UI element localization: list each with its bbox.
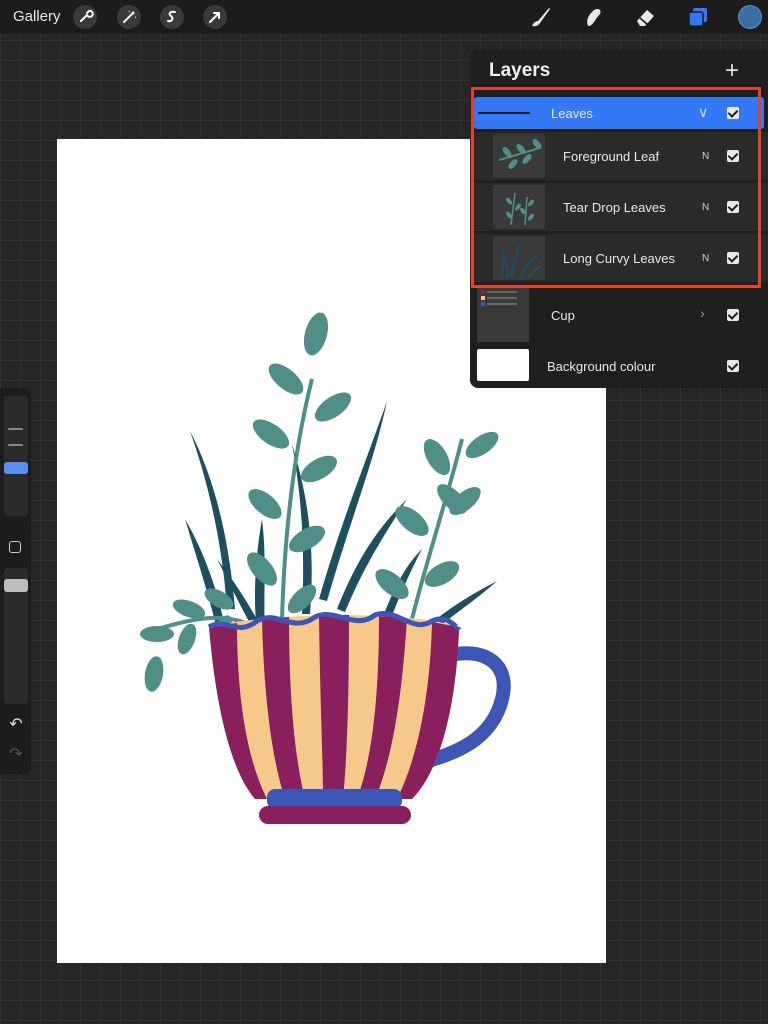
layer-name: Foreground Leaf [563, 149, 660, 164]
blend-mode[interactable]: N [702, 253, 709, 264]
top-toolbar: Gallery [0, 0, 768, 34]
layer-name: Leaves [551, 106, 593, 121]
plus-icon[interactable]: + [720, 57, 744, 85]
layer-name: Tear Drop Leaves [563, 200, 666, 215]
visibility-checkbox[interactable] [727, 309, 739, 321]
eraser-icon[interactable] [632, 4, 658, 30]
slider-tick [8, 444, 23, 446]
slider-tick [8, 428, 23, 430]
layer-group-leaves[interactable]: Leaves ∨ [474, 97, 764, 129]
smudge-icon[interactable] [580, 4, 606, 30]
undo-icon[interactable]: ↶ [6, 714, 26, 734]
visibility-checkbox[interactable] [727, 252, 739, 264]
brush-size-handle[interactable] [4, 462, 28, 474]
long-curvy-leaves-art [185, 401, 497, 634]
layer-group-cup[interactable]: Cup › [470, 288, 768, 343]
transform-icon[interactable] [203, 5, 227, 29]
brush-icon[interactable] [527, 4, 553, 30]
redo-icon[interactable]: ↷ [6, 744, 26, 764]
layers-icon[interactable] [685, 4, 711, 30]
layer-long-curvy-leaves[interactable]: Long Curvy Leaves N [470, 234, 768, 282]
layer-thumbnail [493, 134, 545, 178]
visibility-checkbox[interactable] [727, 150, 739, 162]
visibility-checkbox[interactable] [727, 201, 739, 213]
layer-thumbnail [493, 185, 545, 229]
brush-size-slider[interactable] [4, 396, 28, 516]
layer-thumbnail [493, 236, 545, 280]
chevron-down-icon[interactable]: ∨ [698, 104, 708, 121]
blend-mode[interactable]: N [702, 151, 709, 162]
left-sidebar: ↶ ↷ [0, 388, 31, 774]
magic-wand-icon[interactable] [117, 5, 141, 29]
eyedropper-button[interactable] [9, 541, 21, 553]
layers-title: Layers [489, 60, 551, 81]
layer-name: Cup [551, 308, 575, 323]
layer-name: Background colour [547, 359, 656, 374]
chevron-right-icon[interactable]: › [700, 305, 705, 321]
layer-foreground-leaf[interactable]: Foreground Leaf N [470, 132, 768, 180]
selection-icon[interactable] [160, 5, 184, 29]
gallery-button[interactable]: Gallery [13, 8, 61, 25]
visibility-checkbox[interactable] [727, 360, 739, 372]
cup-art [207, 611, 511, 824]
layer-background-colour[interactable]: Background colour [470, 348, 768, 382]
visibility-checkbox[interactable] [727, 107, 739, 119]
color-swatch[interactable] [738, 5, 762, 29]
layer-thumbnail [477, 288, 529, 342]
layer-name: Long Curvy Leaves [563, 251, 676, 266]
wrench-icon[interactable] [73, 5, 97, 29]
layers-panel: Layers + Leaves ∨ Foreground Leaf N Tear… [470, 50, 768, 388]
blend-mode[interactable]: N [702, 202, 709, 213]
opacity-handle[interactable] [4, 579, 28, 592]
layer-tear-drop-leaves[interactable]: Tear Drop Leaves N [470, 183, 768, 231]
group-line [478, 112, 530, 114]
background-swatch[interactable] [477, 349, 529, 381]
